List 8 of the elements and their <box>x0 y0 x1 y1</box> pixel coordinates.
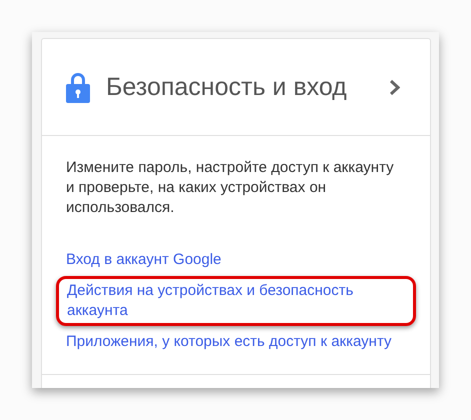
link[interactable]: Действия на устройствах и безопасность аккаунта <box>56 276 416 326</box>
chevron-icon[interactable] <box>389 78 400 96</box>
lock-icon <box>66 72 90 102</box>
description: Измените пароль, настройте доступ к аккаунту и проверьте, на каких устройствах он использовался. <box>66 158 395 218</box>
card-title: Безопасность и вход <box>106 72 348 102</box>
link[interactable]: Приложения, у которых есть доступ к аккаунту <box>66 330 406 354</box>
link[interactable]: Вход в аккаунт Google <box>66 248 406 272</box>
card-header[interactable]: Безопасность и вход <box>42 39 430 136</box>
